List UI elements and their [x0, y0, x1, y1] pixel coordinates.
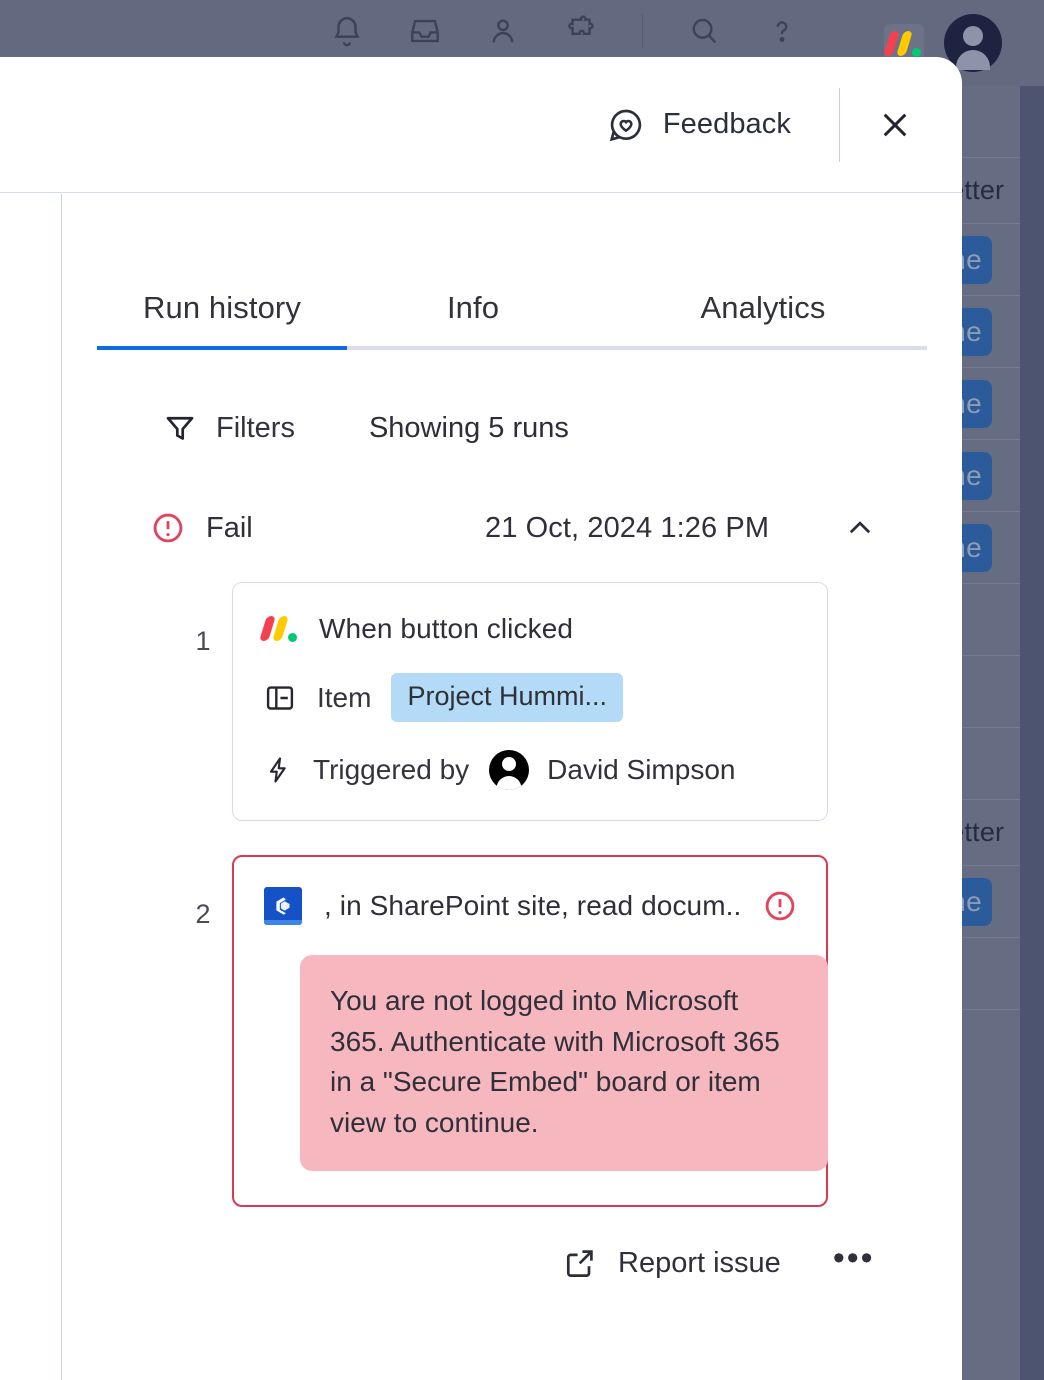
tab-analytics[interactable]: Analytics	[599, 290, 927, 350]
background-topbar-icons	[330, 14, 799, 48]
feedback-button[interactable]: Feedback	[596, 99, 801, 151]
footer-actions: Report issue •••	[62, 1245, 962, 1281]
collapse-run-button[interactable]	[840, 508, 880, 548]
report-issue-label: Report issue	[618, 1247, 781, 1280]
monday-logo-glyph	[887, 30, 921, 58]
step-detail-label: Triggered by	[313, 754, 469, 786]
notifications-bell-icon[interactable]	[330, 14, 364, 48]
step-detail-label: Item	[317, 682, 371, 714]
search-icon[interactable]	[687, 14, 721, 48]
triggered-by-person[interactable]: David Simpson	[489, 750, 735, 790]
step-title: When button clicked	[319, 613, 573, 645]
report-issue-button[interactable]: Report issue	[562, 1245, 781, 1281]
item-chip[interactable]: Project Hummi...	[391, 673, 623, 722]
chevron-up-icon	[843, 511, 877, 545]
sharepoint-glyph	[271, 894, 295, 918]
close-button[interactable]	[872, 102, 918, 148]
step-card-trigger[interactable]: When button clicked Item Project Hummi..…	[232, 582, 828, 821]
run-history-modal: Feedback Run history Info Analytics	[0, 57, 962, 1380]
step-title-row: , in SharePoint site, read docum...	[264, 887, 798, 925]
feedback-icon	[606, 105, 646, 145]
sharepoint-icon	[264, 887, 302, 925]
step-title: , in SharePoint site, read docum...	[324, 890, 740, 922]
filters-button[interactable]: Filters	[162, 410, 295, 446]
error-circle-icon	[762, 888, 798, 924]
apps-puzzle-icon[interactable]	[564, 14, 598, 48]
tab-active-indicator	[97, 346, 347, 350]
step-index: 1	[174, 582, 232, 657]
feedback-label: Feedback	[663, 108, 791, 141]
runs-count-label: Showing 5 runs	[369, 412, 569, 445]
step-card-action-failed[interactable]: , in SharePoint site, read docum... You …	[232, 855, 828, 1207]
header-separator	[839, 88, 840, 162]
person-name: David Simpson	[547, 754, 735, 786]
filters-label: Filters	[216, 412, 295, 445]
error-message: You are not logged into Microsoft 365. A…	[300, 955, 828, 1171]
inbox-icon[interactable]	[408, 14, 442, 48]
external-link-icon	[562, 1245, 598, 1281]
run-step: 1 When button clicked Item Project Humm	[174, 582, 962, 821]
run-timestamp: 21 Oct, 2024 1:26 PM	[485, 512, 840, 545]
filters-row: Filters Showing 5 runs	[162, 410, 962, 446]
board-item-icon	[263, 681, 297, 715]
run-status-label: Fail	[206, 512, 253, 545]
step-detail-item: Item Project Hummi...	[263, 673, 799, 722]
modal-header: Feedback	[0, 57, 962, 193]
step-title-row: When button clicked	[263, 613, 799, 645]
panel-body: Run history Info Analytics Filters Showi…	[62, 194, 962, 1380]
avatar	[489, 750, 529, 790]
filter-funnel-icon	[162, 410, 198, 446]
more-options-button[interactable]: •••	[833, 1248, 875, 1278]
step-detail-trigger: Triggered by David Simpson	[263, 750, 799, 790]
lightning-bolt-icon	[263, 753, 293, 787]
run-status: Fail	[150, 510, 485, 546]
background-right-strip	[1020, 86, 1044, 1380]
tab-bar: Run history Info Analytics	[97, 194, 927, 350]
my-work-icon[interactable]	[486, 14, 520, 48]
monday-logo-icon	[263, 615, 297, 643]
tab-underline	[97, 346, 927, 350]
error-circle-icon	[150, 510, 186, 546]
run-header[interactable]: Fail 21 Oct, 2024 1:26 PM	[150, 508, 880, 548]
run-step: 2 , in SharePoint site, read docum...	[174, 855, 962, 1207]
help-question-icon[interactable]	[765, 14, 799, 48]
tab-info[interactable]: Info	[347, 290, 599, 350]
tab-run-history[interactable]: Run history	[97, 290, 347, 350]
topbar-divider	[642, 14, 643, 48]
screen-root: LettermememememeLetterme Feedback Run hi…	[0, 0, 1044, 1380]
close-icon	[876, 106, 914, 144]
step-index: 2	[174, 855, 232, 930]
